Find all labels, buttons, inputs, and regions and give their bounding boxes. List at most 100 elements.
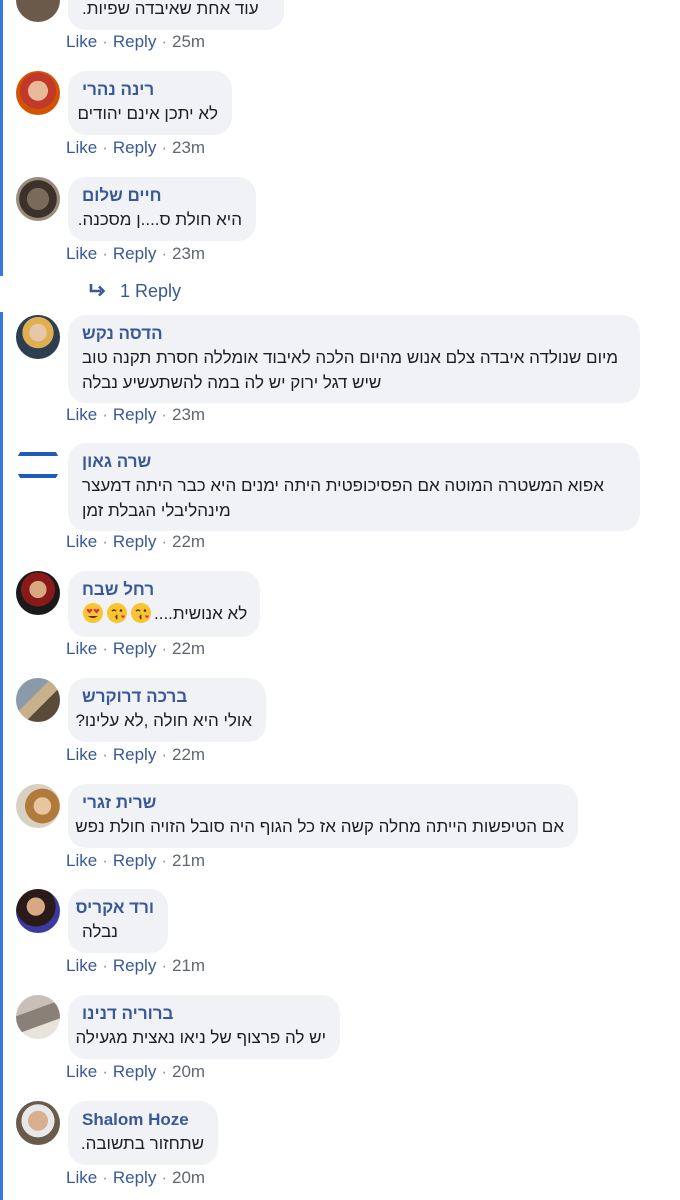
comment-text-body: לא אנושית.... bbox=[154, 604, 248, 623]
comment-author[interactable]: רינה נהרי bbox=[82, 79, 218, 101]
timestamp: 21m bbox=[172, 956, 206, 975]
comment-text: לא יתכן אינם יהודים bbox=[77, 104, 218, 123]
comment-bubble: ברכה דרוקרש אולי היא חולה ,לא עלינו? bbox=[68, 678, 266, 742]
like-link[interactable]: Like bbox=[66, 1062, 97, 1081]
comment-actions: Like · Reply · 25m bbox=[66, 32, 205, 52]
comment-author[interactable]: שרית זגרי bbox=[82, 792, 564, 814]
like-link[interactable]: Like bbox=[66, 1168, 97, 1187]
avatar[interactable] bbox=[16, 571, 60, 615]
reply-link[interactable]: Reply bbox=[113, 532, 156, 551]
reply-arrow-icon bbox=[88, 281, 106, 302]
comment-text: יש לה פרצוף של ניאו נאצית מגעילה bbox=[75, 1028, 326, 1047]
comment-author[interactable]: ברוריה דנינו bbox=[82, 1003, 326, 1025]
separator: · bbox=[161, 639, 167, 658]
comment-author[interactable]: שרה גאון bbox=[82, 451, 626, 473]
timestamp: 22m bbox=[172, 639, 206, 658]
reply-link[interactable]: Reply bbox=[113, 1168, 156, 1187]
kiss-emoji-icon bbox=[130, 602, 152, 624]
separator: · bbox=[102, 956, 108, 975]
avatar[interactable] bbox=[16, 443, 60, 487]
timestamp: 20m bbox=[172, 1062, 206, 1081]
reply-link[interactable]: Reply bbox=[113, 138, 156, 157]
comment-actions: Like · Reply · 22m bbox=[66, 532, 205, 552]
separator: · bbox=[102, 532, 108, 551]
like-link[interactable]: Like bbox=[66, 405, 97, 424]
avatar[interactable] bbox=[16, 315, 60, 359]
comment-author[interactable]: חיים שלום bbox=[82, 185, 242, 207]
reply-link[interactable]: Reply bbox=[113, 851, 156, 870]
like-link[interactable]: Like bbox=[66, 851, 97, 870]
separator: · bbox=[161, 32, 167, 51]
like-link[interactable]: Like bbox=[66, 956, 97, 975]
comment-actions: Like · Reply · 22m bbox=[66, 745, 205, 765]
comment-text: אם הטיפשות הייתה מחלה קשה אז כל הגוף היה… bbox=[75, 817, 564, 836]
reply-link[interactable]: Reply bbox=[113, 639, 156, 658]
view-replies-link[interactable]: 1 Reply bbox=[88, 281, 181, 302]
comment-bubble: Shalom Hoze שתחזור בתשובה. bbox=[68, 1101, 218, 1165]
separator: · bbox=[161, 1168, 167, 1187]
comment-bubble: ברוריה דנינו יש לה פרצוף של ניאו נאצית מ… bbox=[68, 995, 340, 1059]
comment-text: מיום שנולדה איבדה צלם אנוש מהיום הלכה לא… bbox=[82, 348, 619, 392]
like-link[interactable]: Like bbox=[66, 639, 97, 658]
separator: · bbox=[161, 851, 167, 870]
comment-actions: Like · Reply · 23m bbox=[66, 138, 205, 158]
comment-bubble: הדסה נקש מיום שנולדה איבדה צלם אנוש מהיו… bbox=[68, 315, 640, 403]
avatar[interactable] bbox=[16, 0, 60, 22]
timestamp: 22m bbox=[172, 745, 206, 764]
comment-text: אולי היא חולה ,לא עלינו? bbox=[75, 711, 252, 730]
timestamp: 23m bbox=[172, 244, 206, 263]
heart-eyes-emoji-icon bbox=[82, 602, 104, 624]
comment-author[interactable]: רחל שבח bbox=[82, 579, 246, 601]
comment-author[interactable]: הדסה נקש bbox=[82, 323, 626, 345]
comment-bubble: שרית זגרי אם הטיפשות הייתה מחלה קשה אז כ… bbox=[68, 784, 578, 848]
comment-actions: Like · Reply · 22m bbox=[66, 639, 205, 659]
comment-author[interactable]: ברכה דרוקרש bbox=[82, 686, 252, 708]
comment-author[interactable]: Shalom Hoze bbox=[82, 1109, 204, 1131]
comment-bubble: ורד אקריס נבלה bbox=[68, 889, 168, 953]
comment-author[interactable]: ורד אקריס bbox=[76, 897, 154, 919]
like-link[interactable]: Like bbox=[66, 32, 97, 51]
timestamp: 22m bbox=[172, 532, 206, 551]
comment-text: אפוא המשטרה המוטה אם הפסיכופטית היתה ימנ… bbox=[82, 476, 604, 520]
reply-link[interactable]: Reply bbox=[113, 1062, 156, 1081]
comment-actions: Like · Reply · 20m bbox=[66, 1168, 205, 1188]
timestamp: 21m bbox=[172, 851, 206, 870]
avatar[interactable] bbox=[16, 889, 60, 933]
view-replies-label: 1 Reply bbox=[120, 281, 182, 301]
separator: · bbox=[102, 745, 108, 764]
avatar[interactable] bbox=[16, 784, 60, 828]
comment-bubble: חיים שלום היא חולת ס....ן מסכנה. bbox=[68, 177, 256, 241]
comment-bubble: עוד אחת שאיבדה שפיות. bbox=[68, 0, 284, 30]
separator: · bbox=[161, 244, 167, 263]
like-link[interactable]: Like bbox=[66, 532, 97, 551]
comment-text: שתחזור בתשובה. bbox=[80, 1134, 204, 1153]
reply-link[interactable]: Reply bbox=[113, 956, 156, 975]
kiss-emoji-icon bbox=[106, 602, 128, 624]
reply-link[interactable]: Reply bbox=[113, 244, 156, 263]
separator: · bbox=[102, 1062, 108, 1081]
reply-link[interactable]: Reply bbox=[113, 32, 156, 51]
comment-bubble: שרה גאון אפוא המשטרה המוטה אם הפסיכופטית… bbox=[68, 443, 640, 531]
separator: · bbox=[102, 244, 108, 263]
comment-text: לא אנושית.... bbox=[82, 601, 248, 626]
avatar[interactable] bbox=[16, 1101, 60, 1145]
separator: · bbox=[102, 32, 108, 51]
like-link[interactable]: Like bbox=[66, 745, 97, 764]
avatar[interactable] bbox=[16, 678, 60, 722]
avatar[interactable] bbox=[16, 995, 60, 1039]
avatar[interactable] bbox=[16, 177, 60, 221]
thread-line-upper bbox=[0, 0, 3, 276]
comment-actions: Like · Reply · 23m bbox=[66, 244, 205, 264]
thread-line-lower bbox=[0, 312, 3, 1200]
comment-actions: Like · Reply · 20m bbox=[66, 1062, 205, 1082]
separator: · bbox=[161, 405, 167, 424]
like-link[interactable]: Like bbox=[66, 244, 97, 263]
separator: · bbox=[102, 405, 108, 424]
timestamp: 25m bbox=[172, 32, 206, 51]
avatar[interactable] bbox=[16, 71, 60, 115]
reply-link[interactable]: Reply bbox=[113, 405, 156, 424]
separator: · bbox=[102, 138, 108, 157]
reply-link[interactable]: Reply bbox=[113, 745, 156, 764]
separator: · bbox=[161, 532, 167, 551]
like-link[interactable]: Like bbox=[66, 138, 97, 157]
